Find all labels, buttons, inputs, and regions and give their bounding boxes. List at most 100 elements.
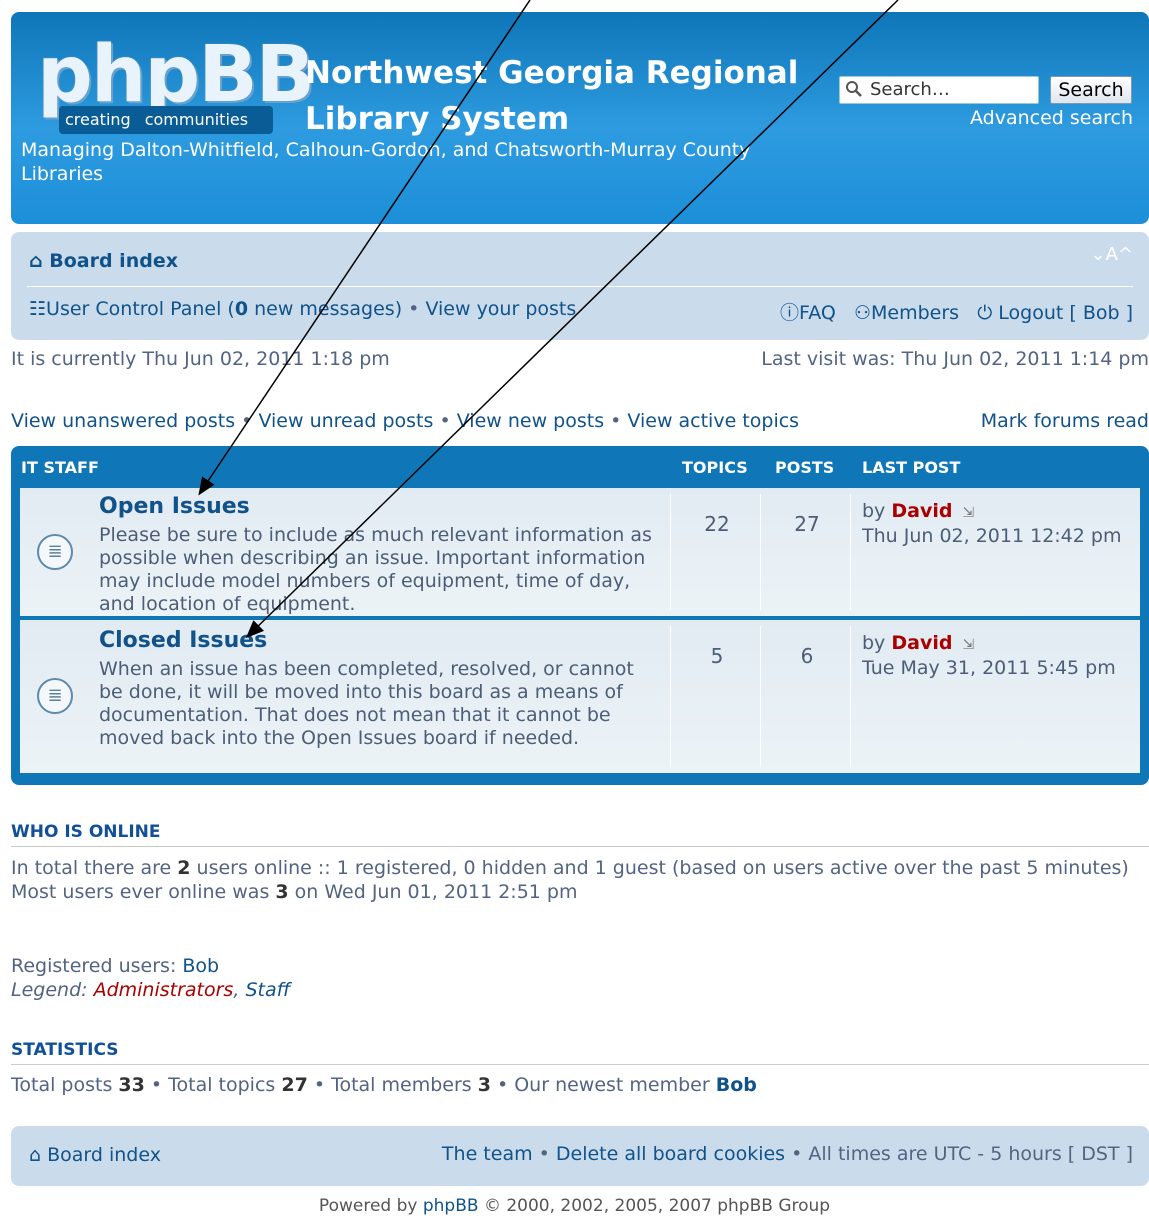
home-icon: ⌂ xyxy=(29,250,43,272)
registered-label: Registered users: xyxy=(11,955,183,977)
delete-cookies-link[interactable]: Delete all board cookies xyxy=(556,1143,785,1165)
view-unanswered-link[interactable]: View unanswered posts xyxy=(11,410,235,432)
search-input[interactable]: Search… xyxy=(839,76,1039,104)
footer-board-index[interactable]: ⌂ Board index xyxy=(29,1144,161,1166)
footer-board-index-label: Board index xyxy=(47,1144,161,1166)
who-is-online-heading: WHO IS ONLINE xyxy=(11,822,1149,847)
online-text-a: In total there are xyxy=(11,857,178,879)
category-header[interactable]: IT STAFF xyxy=(21,458,99,477)
logout-link[interactable]: ⏻ Logout [ Bob ] xyxy=(977,302,1133,324)
total-posts: 33 xyxy=(118,1074,145,1096)
faq-label: FAQ xyxy=(799,302,836,324)
posts-header: POSTS xyxy=(775,458,835,477)
search-placeholder: Search… xyxy=(870,79,950,100)
column-divider xyxy=(670,626,671,767)
last-post-by: by xyxy=(862,632,886,654)
mark-forums-read-link[interactable]: Mark forums read xyxy=(981,410,1149,432)
members-label: Members xyxy=(871,302,960,324)
forum-row: ≣ Closed Issues When an issue has been c… xyxy=(20,620,1140,773)
faq-icon: ⓘ xyxy=(780,302,800,324)
site-description: Managing Dalton-Whitfield, Calhoun-Gordo… xyxy=(21,139,751,185)
last-post-info: by David ⇲ Tue May 31, 2011 5:45 pm xyxy=(862,632,1142,680)
forum-title[interactable]: Open Issues xyxy=(99,494,250,519)
logo-tag-left: creating xyxy=(65,110,131,129)
navbar-right-links: ⓘFAQ ⚇Members ⏻ Logout [ Bob ] xyxy=(780,298,1133,325)
search-icon xyxy=(845,80,863,106)
who-is-online-text: In total there are 2 users online :: 1 r… xyxy=(11,856,1149,904)
legend-staff-link[interactable]: Staff xyxy=(245,979,290,1001)
registered-users: Registered users: Bob Legend: Administra… xyxy=(11,954,1149,1002)
phpbb-link[interactable]: phpBB xyxy=(423,1196,479,1216)
powered-by-label: Powered by xyxy=(318,1196,423,1216)
site-title-line1: Northwest Georgia Regional xyxy=(305,55,799,91)
legend-label: Legend: xyxy=(11,979,94,1001)
record-text-a: Most users ever online was xyxy=(11,881,276,903)
view-latest-post-icon[interactable]: ⇲ xyxy=(963,634,975,657)
column-divider xyxy=(670,494,671,610)
forum-read-icon: ≣ xyxy=(37,678,73,714)
online-count: 2 xyxy=(177,857,191,879)
footer-links: The team • Delete all board cookies • Al… xyxy=(441,1143,1133,1165)
forum-read-icon: ≣ xyxy=(37,534,73,570)
posts-count: 6 xyxy=(800,644,814,668)
registered-user-link[interactable]: Bob xyxy=(182,955,219,977)
site-title-line2: Library System xyxy=(305,101,570,137)
navbar-divider xyxy=(27,286,1133,287)
the-team-link[interactable]: The team xyxy=(442,1143,533,1165)
online-text-c: users online :: 1 registered, 0 hidden a… xyxy=(190,857,1129,879)
last-visit: Last visit was: Thu Jun 02, 2011 1:14 pm xyxy=(761,348,1149,370)
topics-label: • Total topics xyxy=(144,1074,282,1096)
view-your-posts-link[interactable]: View your posts xyxy=(425,298,576,320)
forum-title[interactable]: Closed Issues xyxy=(99,628,267,653)
user-control-panel-link[interactable]: ☷User Control Panel (0 new messages) • V… xyxy=(29,298,576,320)
forum-description: Please be sure to include as much releva… xyxy=(99,524,652,615)
posts-count: 27 xyxy=(794,512,820,536)
search-button[interactable]: Search xyxy=(1050,76,1132,104)
quick-links: View unanswered posts • View unread post… xyxy=(11,410,800,432)
legend-administrators-link[interactable]: Administrators xyxy=(94,979,234,1001)
faq-link[interactable]: ⓘFAQ xyxy=(780,302,836,324)
total-topics: 27 xyxy=(281,1074,308,1096)
legend-separator: , xyxy=(233,979,246,1001)
home-icon: ⌂ xyxy=(29,1144,42,1166)
power-icon: ⏻ xyxy=(977,302,993,324)
logo-tagline: creating communities xyxy=(59,106,273,134)
last-post-header: LAST POST xyxy=(862,458,961,477)
navbar: ⌂ Board index ⌄A^ ☷User Control Panel (0… xyxy=(11,232,1149,340)
copyright-text: © 2000, 2002, 2005, 2007 phpBB Group xyxy=(478,1196,831,1216)
footer-navbar: ⌂ Board index The team • Delete all boar… xyxy=(11,1126,1149,1186)
forum-description: When an issue has been completed, resolv… xyxy=(99,658,634,749)
site-header: phpBB creating communities Northwest Geo… xyxy=(11,12,1149,224)
last-post-info: by David ⇲ Thu Jun 02, 2011 12:42 pm xyxy=(862,500,1142,548)
board-index-label: Board index xyxy=(49,250,178,272)
last-post-author[interactable]: David xyxy=(891,500,952,522)
view-latest-post-icon[interactable]: ⇲ xyxy=(963,502,975,525)
view-unread-link[interactable]: View unread posts xyxy=(258,410,433,432)
view-new-link[interactable]: View new posts xyxy=(457,410,604,432)
record-text-c: on Wed Jun 01, 2011 2:51 pm xyxy=(288,881,578,903)
forum-list: IT STAFF TOPICS POSTS LAST POST ≣ Open I… xyxy=(11,446,1149,785)
topics-count: 5 xyxy=(710,644,724,668)
view-active-link[interactable]: View active topics xyxy=(627,410,799,432)
last-post-author[interactable]: David xyxy=(891,632,952,654)
phpbb-logo[interactable]: phpBB creating communities xyxy=(37,30,315,136)
newest-member-link[interactable]: Bob xyxy=(716,1074,757,1096)
logout-label: Logout [ Bob ] xyxy=(998,302,1133,324)
advanced-search-link[interactable]: Advanced search xyxy=(911,107,1133,129)
forum-row: ≣ Open Issues Please be sure to include … xyxy=(20,488,1140,616)
ucp-label: User Control Panel ( xyxy=(46,298,235,320)
topics-count: 22 xyxy=(704,512,730,536)
font-size-controls[interactable]: ⌄A^ xyxy=(1091,244,1133,265)
total-members: 3 xyxy=(477,1074,491,1096)
last-post-by: by xyxy=(862,500,886,522)
last-post-date: Tue May 31, 2011 5:45 pm xyxy=(862,657,1116,679)
current-time: It is currently Thu Jun 02, 2011 1:18 pm xyxy=(11,348,390,370)
breadcrumb-board-index[interactable]: ⌂ Board index xyxy=(29,250,178,272)
statistics-heading: STATISTICS xyxy=(11,1040,1149,1065)
last-post-date: Thu Jun 02, 2011 12:42 pm xyxy=(862,525,1122,547)
topics-header: TOPICS xyxy=(682,458,748,477)
record-count: 3 xyxy=(275,881,289,903)
members-link[interactable]: ⚇Members xyxy=(854,302,959,324)
ucp-icon: ☷ xyxy=(29,298,47,320)
site-title: Northwest Georgia Regional Library Syste… xyxy=(305,50,825,142)
